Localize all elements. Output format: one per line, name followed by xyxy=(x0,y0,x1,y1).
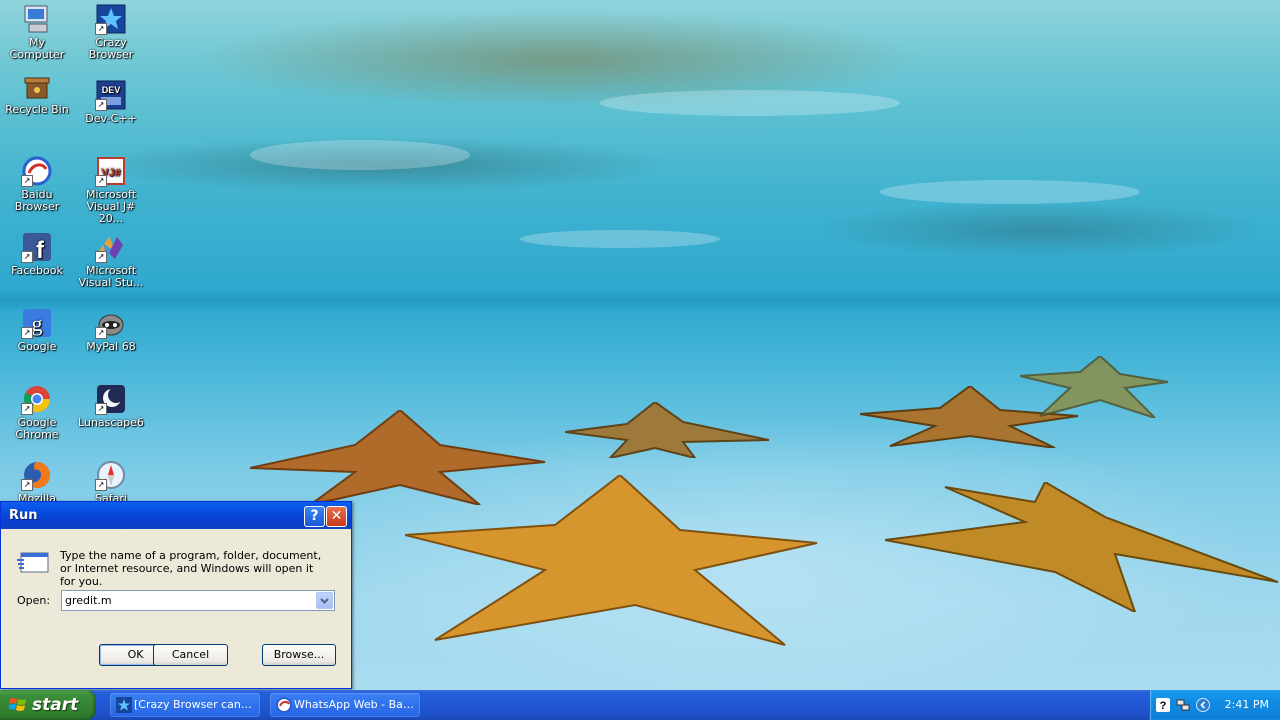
starfish-image xyxy=(565,402,770,458)
system-tray: ? 2:41 PM xyxy=(1149,690,1280,720)
desktop-icon-label: Recycle Bin xyxy=(5,103,69,116)
network-tray-icon[interactable] xyxy=(1176,698,1190,712)
google-icon: g ↗ xyxy=(21,307,53,339)
recycle-bin-icon xyxy=(21,70,53,102)
run-program-icon xyxy=(17,552,49,573)
svg-text:f: f xyxy=(36,237,45,263)
shortcut-arrow-icon: ↗ xyxy=(95,403,107,415)
mypal-raccoon-icon: ↗ xyxy=(95,307,127,339)
taskbar: start [Crazy Browser cann... WhatsApp We… xyxy=(0,690,1280,720)
visual-studio-icon: ↗ xyxy=(95,231,127,263)
desktop-icon-dev-cpp[interactable]: DEV ↗ Dev-C++ xyxy=(74,79,148,125)
visual-j-sharp-icon: VJ# ↗ xyxy=(95,155,127,187)
shortcut-arrow-icon: ↗ xyxy=(95,251,107,263)
desktop-icon-google-chrome[interactable]: ↗ Google Chrome xyxy=(0,383,74,441)
facebook-icon: f ↗ xyxy=(21,231,53,263)
shortcut-arrow-icon: ↗ xyxy=(21,175,33,187)
taskbar-button-label: [Crazy Browser cann... xyxy=(134,698,256,711)
run-dialog-description: Type the name of a program, folder, docu… xyxy=(60,549,322,588)
desktop-icon-mypal[interactable]: ↗ MyPal 68 xyxy=(74,307,148,353)
clock[interactable]: 2:41 PM xyxy=(1225,698,1269,711)
desktop-icon-label: Baidu Browser xyxy=(14,188,60,213)
shortcut-arrow-icon: ↗ xyxy=(21,479,33,491)
starfish-image xyxy=(885,482,1279,612)
cancel-button[interactable]: Cancel xyxy=(153,644,228,666)
shortcut-arrow-icon: ↗ xyxy=(95,175,107,187)
desktop-icon-label: Microsoft Visual Stu... xyxy=(78,264,144,289)
desktop-icon-label: Facebook xyxy=(11,264,63,277)
desktop-icon-label: MyPal 68 xyxy=(86,340,136,353)
taskbar-button-whatsapp-web[interactable]: WhatsApp Web - Bai... xyxy=(270,693,420,717)
my-computer-icon xyxy=(21,3,53,35)
open-combobox[interactable]: gredit.m xyxy=(61,590,335,611)
dev-cpp-icon: DEV ↗ xyxy=(95,79,127,111)
chevron-left-icon[interactable] xyxy=(1196,698,1210,712)
crazy-browser-icon xyxy=(116,697,132,713)
open-label: Open: xyxy=(17,594,51,607)
desktop-icon-label: Dev-C++ xyxy=(85,112,137,125)
desktop-icon-my-computer[interactable]: My Computer xyxy=(0,3,74,61)
start-button[interactable]: start xyxy=(0,690,96,720)
safari-compass-icon: ↗ xyxy=(95,459,127,491)
chrome-icon: ↗ xyxy=(21,383,53,415)
desktop-icon-label: Google xyxy=(17,340,57,353)
desktop-icon-label: Crazy Browser xyxy=(88,36,134,61)
desktop-icon-label: Lunascape6 xyxy=(78,416,144,429)
windows-logo-icon xyxy=(9,698,26,711)
run-dialog: Run ? ✕ Type the name of a program, fold… xyxy=(0,501,352,689)
water-ripple xyxy=(600,90,900,116)
svg-text:g: g xyxy=(32,311,43,336)
shortcut-arrow-icon: ↗ xyxy=(95,479,107,491)
help-button[interactable]: ? xyxy=(304,506,325,527)
svg-text:?: ? xyxy=(1160,700,1167,712)
water-ripple xyxy=(880,180,1140,204)
desktop-icon-safari[interactable]: ↗ Safari xyxy=(74,459,148,505)
water-surface xyxy=(0,288,1280,312)
close-button[interactable]: ✕ xyxy=(326,506,347,527)
desktop-icon-google[interactable]: g ↗ Google xyxy=(0,307,74,353)
shortcut-arrow-icon: ↗ xyxy=(21,403,33,415)
taskbar-button-crazy-browser[interactable]: [Crazy Browser cann... xyxy=(110,693,260,717)
run-dialog-title: Run xyxy=(9,508,38,523)
shortcut-arrow-icon: ↗ xyxy=(95,99,107,111)
starfish-image xyxy=(1020,356,1169,418)
baidu-browser-icon: ↗ xyxy=(21,155,53,187)
run-dialog-body: Type the name of a program, folder, docu… xyxy=(3,529,347,684)
svg-text:DEV: DEV xyxy=(102,85,121,95)
shortcut-arrow-icon: ↗ xyxy=(95,23,107,35)
desktop-icon-visual-studio[interactable]: ↗ Microsoft Visual Stu... xyxy=(74,231,148,289)
desktop-icon-baidu-browser[interactable]: ↗ Baidu Browser xyxy=(0,155,74,213)
desktop-icon-facebook[interactable]: f ↗ Facebook xyxy=(0,231,74,277)
shortcut-arrow-icon: ↗ xyxy=(21,251,33,263)
water-ripple xyxy=(520,230,720,248)
open-input[interactable]: gredit.m xyxy=(65,594,112,607)
starfish-image xyxy=(405,475,818,646)
desktop-icon-label: My Computer xyxy=(9,36,65,61)
lunascape-moon-icon: ↗ xyxy=(95,383,127,415)
baidu-browser-icon xyxy=(276,697,292,713)
chevron-down-icon xyxy=(320,598,329,604)
start-label: start xyxy=(32,695,79,715)
desktop-icon-label: Google Chrome xyxy=(15,416,59,441)
taskbar-button-label: WhatsApp Web - Bai... xyxy=(294,698,416,711)
desktop-icon-visual-j-sharp[interactable]: VJ# ↗ Microsoft Visual J# 20... xyxy=(74,155,148,225)
crazy-browser-icon: ↗ xyxy=(95,3,127,35)
firefox-icon: ↗ xyxy=(21,459,53,491)
shortcut-arrow-icon: ↗ xyxy=(95,327,107,339)
desktop-icon-label: Microsoft Visual J# 20... xyxy=(85,188,137,225)
help-tray-icon[interactable]: ? xyxy=(1156,698,1170,712)
water-ripple xyxy=(250,140,470,170)
desktop-icon-recycle-bin[interactable]: Recycle Bin xyxy=(0,70,74,116)
desktop-icon-lunascape[interactable]: ↗ Lunascape6 xyxy=(74,383,148,429)
browse-button[interactable]: Browse... xyxy=(262,644,336,666)
shortcut-arrow-icon: ↗ xyxy=(21,327,33,339)
desktop-icon-crazy-browser[interactable]: ↗ Crazy Browser xyxy=(74,3,148,61)
dropdown-button[interactable] xyxy=(316,592,333,609)
run-dialog-titlebar[interactable]: Run ? ✕ xyxy=(1,502,351,529)
